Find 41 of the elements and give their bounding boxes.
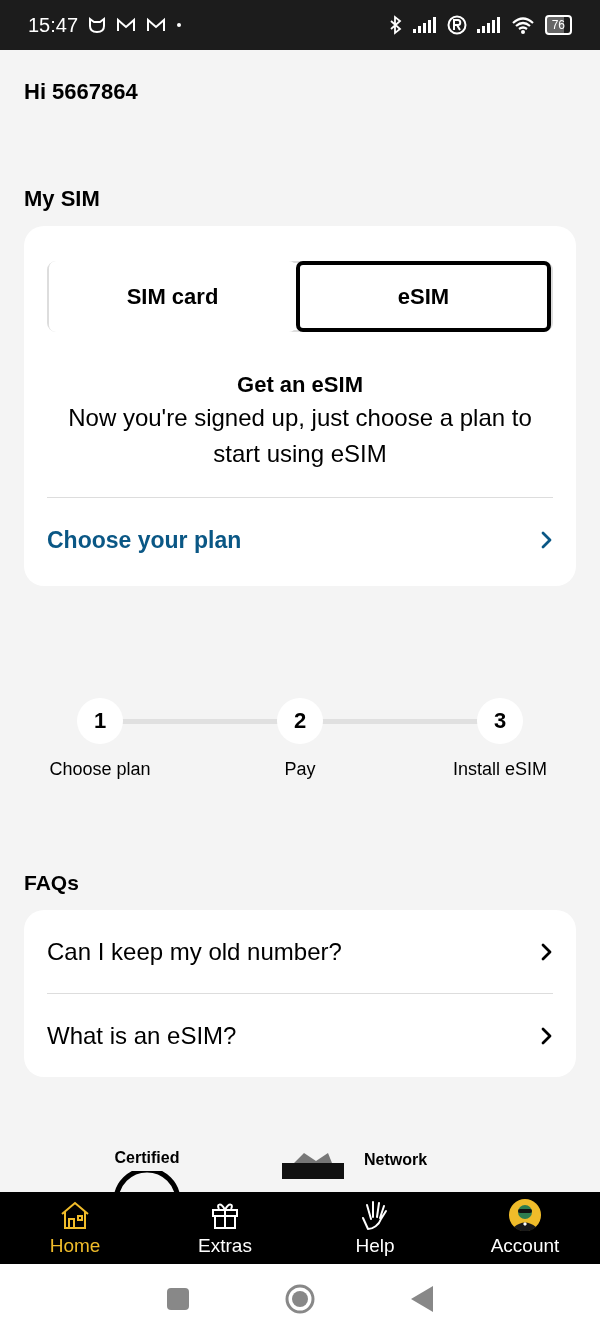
mail-icon: [146, 17, 167, 33]
faq-item[interactable]: What is an eSIM?: [47, 993, 553, 1077]
nav-tab[interactable]: Help: [300, 1192, 450, 1264]
back-button[interactable]: [411, 1286, 433, 1312]
step-number: 1: [77, 698, 123, 744]
mail-icon: [116, 17, 137, 33]
choose-plan-link[interactable]: Choose your plan: [47, 497, 553, 586]
chevron-right-icon: [539, 530, 553, 550]
bluetooth-icon: [388, 15, 403, 35]
step-number: 3: [477, 698, 523, 744]
avatar-icon: [509, 1199, 541, 1231]
faq-item[interactable]: Can I keep my old number?: [47, 910, 553, 993]
section-heading: FAQs: [24, 870, 80, 896]
battery-level: 76: [544, 15, 572, 35]
nav-tab[interactable]: Home: [0, 1192, 150, 1264]
signal-icon: [412, 16, 437, 34]
house-icon: [59, 1199, 91, 1231]
toggle-option[interactable]: SIM card: [49, 261, 296, 332]
chevron-right-icon: [539, 941, 553, 962]
clock: 15:47: [28, 13, 79, 37]
step-label: Install eSIM: [452, 759, 547, 780]
nav-tab[interactable]: Account: [450, 1192, 600, 1264]
wifi-icon: [510, 15, 535, 35]
home-button[interactable]: [285, 1284, 315, 1314]
card-title: Get an eSIM: [236, 372, 364, 398]
card-text: Now you're signed up, just choose a plan to start using eSIM: [67, 403, 533, 469]
dot-icon: [176, 22, 183, 28]
registered-icon: [446, 15, 467, 35]
section-heading: My SIM: [24, 186, 101, 212]
step-number: 2: [277, 698, 323, 744]
recents-button[interactable]: [167, 1288, 189, 1310]
nav-tab[interactable]: Extras: [150, 1192, 300, 1264]
badge-label: Network: [364, 1151, 428, 1169]
chevron-right-icon: [539, 1025, 553, 1046]
cat-logo-icon: [88, 16, 107, 34]
step-label: Choose plan: [49, 759, 151, 780]
greeting: Hi 5667864: [24, 79, 139, 105]
badge-label: Certified: [114, 1149, 180, 1167]
step-label: Pay: [284, 759, 316, 780]
toggle-option[interactable]: eSIM: [296, 261, 551, 332]
signal-icon: [476, 16, 501, 34]
